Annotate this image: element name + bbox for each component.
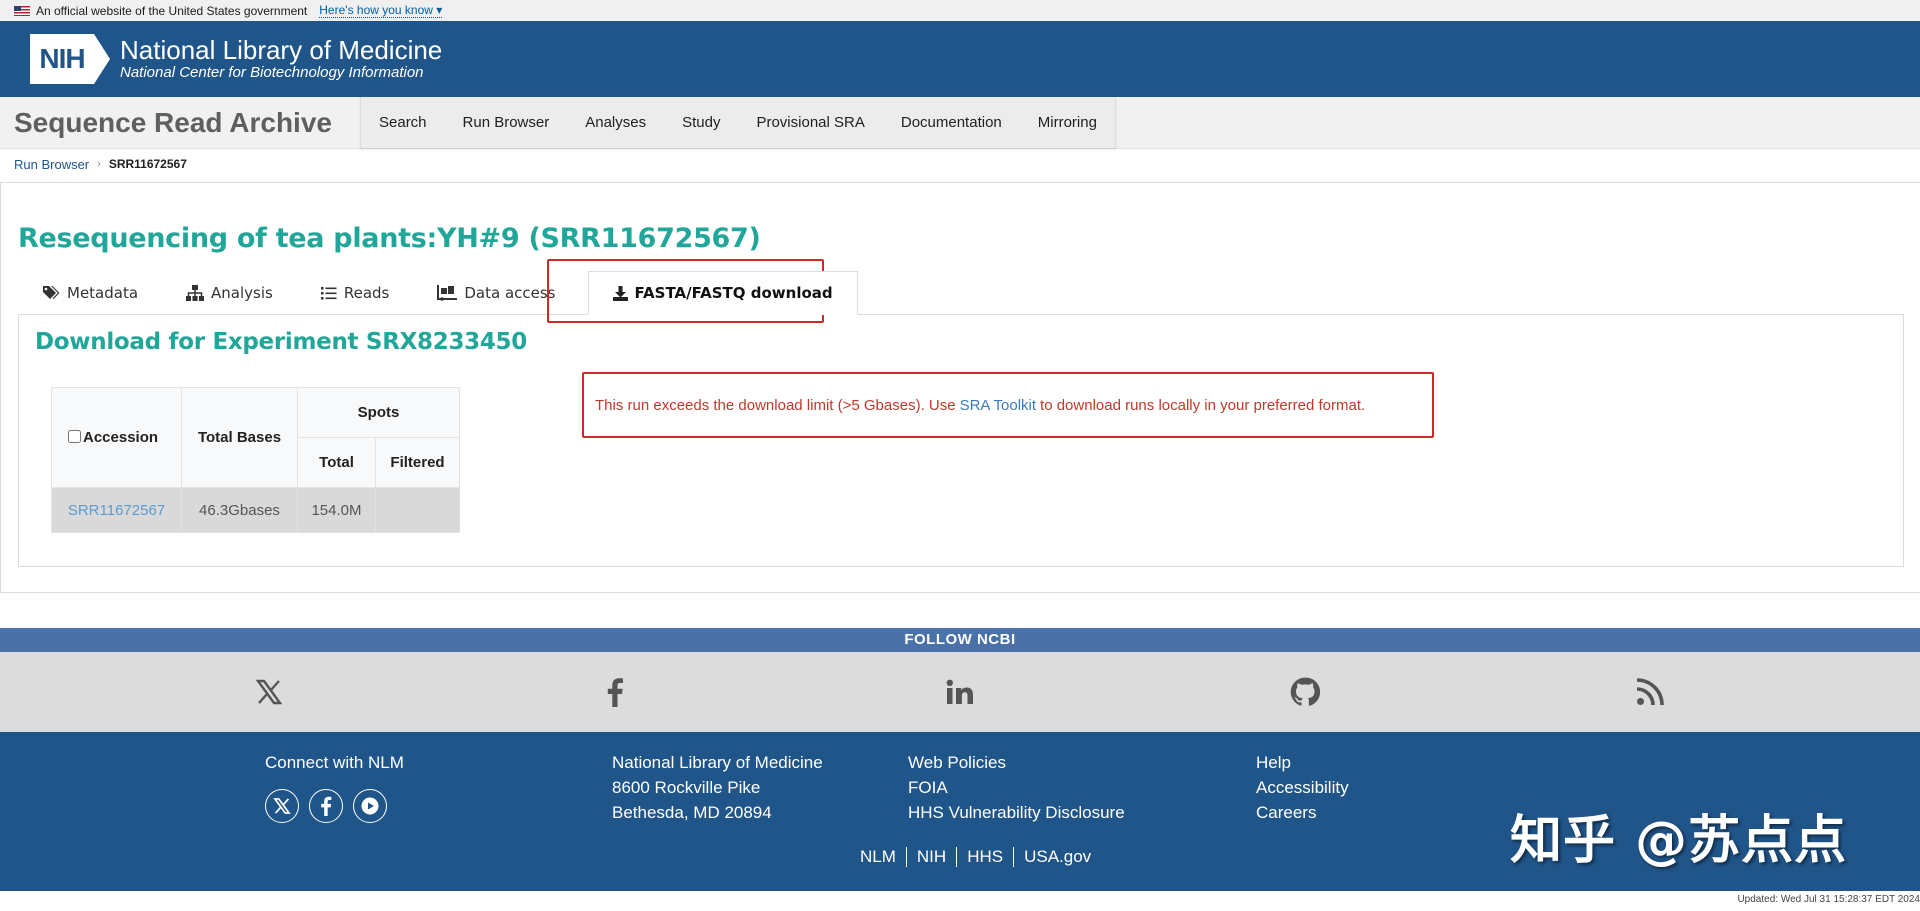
caret-down-icon: ▾: [436, 3, 443, 17]
sra-title[interactable]: Sequence Read Archive: [0, 97, 360, 148]
heres-how-you-know-link[interactable]: Here's how you know ▾: [319, 3, 443, 18]
linkedin-icon[interactable]: [944, 676, 976, 708]
chevron-right-icon: ›: [97, 158, 101, 170]
tab-bar: Metadata Analysis Reads Data access FAST…: [18, 271, 858, 315]
footer: Connect with NLM National Library of Med…: [0, 732, 1920, 891]
cell-total: 154.0M: [297, 487, 376, 533]
nlm-title: National Library of Medicine: [120, 35, 443, 65]
tab-metadata[interactable]: Metadata: [18, 271, 162, 315]
header-accession-label: Accession: [83, 429, 159, 446]
gov-banner: An official website of the United States…: [0, 0, 1920, 21]
nlm-subtitle: National Center for Biotechnology Inform…: [120, 64, 424, 81]
header-spots: Spots: [297, 387, 460, 438]
x-twitter-circle-icon[interactable]: [265, 789, 299, 823]
page-title: Resequencing of tea plants:YH#9 (SRR1167…: [18, 223, 761, 254]
download-limit-alert: This run exceeds the download limit (>5 …: [582, 372, 1434, 438]
cell-total-bases: 46.3Gbases: [181, 487, 298, 533]
header-total-bases: Total Bases: [181, 387, 298, 488]
gov-banner-text: An official website of the United States…: [36, 3, 308, 18]
nih-logo[interactable]: NIH: [30, 34, 110, 84]
sitemap-icon: [186, 285, 205, 301]
breadcrumb: Run Browser › SRR11672567: [0, 149, 1920, 179]
download-title: Download for Experiment SRX8233450: [35, 329, 527, 355]
address-line-3: Bethesda, MD 20894: [612, 803, 772, 822]
x-twitter-icon[interactable]: [253, 676, 285, 708]
connect-with-nlm: Connect with NLM: [265, 753, 404, 772]
cell-filtered: [375, 487, 460, 533]
header-accession: Accession: [51, 387, 182, 488]
accessibility-link[interactable]: Accessibility: [1256, 775, 1349, 800]
web-policies-link[interactable]: Web Policies: [908, 750, 1125, 775]
sra-nav: Search Run Browser Analyses Study Provis…: [360, 97, 1116, 148]
cell-accession: SRR11672567: [51, 487, 182, 533]
footer-social-icons: [265, 789, 404, 823]
footer-address: National Library of Medicine 8600 Rockvi…: [612, 750, 823, 825]
header-total: Total: [297, 437, 376, 488]
tab-data-access-label: Data access: [464, 284, 556, 302]
download-panel: Download for Experiment SRX8233450 Acces…: [18, 314, 1904, 567]
nav-search[interactable]: Search: [361, 97, 445, 148]
tab-reads-label: Reads: [343, 284, 390, 302]
truck-loading-icon: [437, 285, 458, 301]
help-link[interactable]: Help: [1256, 750, 1349, 775]
nih-logo-text: NIH: [30, 34, 94, 84]
careers-link[interactable]: Careers: [1256, 800, 1349, 825]
footer-policies: Web Policies FOIA HHS Vulnerability Disc…: [908, 750, 1125, 825]
alert-text-after: to download runs locally in your preferr…: [1040, 396, 1366, 414]
tab-fasta-fastq-label: FASTA/FASTQ download: [634, 284, 833, 302]
header-filtered: Filtered: [375, 437, 460, 488]
tab-data-access[interactable]: Data access: [413, 271, 579, 315]
table-row: SRR11672567 46.3Gbases 154.0M: [51, 487, 460, 533]
select-all-checkbox[interactable]: [68, 430, 81, 443]
nav-documentation[interactable]: Documentation: [883, 97, 1020, 148]
download-icon: [612, 285, 628, 301]
zhihu-watermark: 知乎 @苏点点: [1510, 811, 1848, 871]
foia-link[interactable]: FOIA: [908, 775, 1125, 800]
tab-analysis[interactable]: Analysis: [162, 271, 297, 315]
address-line-1: National Library of Medicine: [612, 753, 823, 772]
hhs-vulnerability-link[interactable]: HHS Vulnerability Disclosure: [908, 800, 1125, 825]
nlm-header: NIH National Library of Medicine Nationa…: [0, 21, 1920, 97]
nav-analyses[interactable]: Analyses: [567, 97, 664, 148]
breadcrumb-run-browser[interactable]: Run Browser: [14, 157, 89, 172]
us-flag-icon: [14, 5, 30, 16]
hhs-link[interactable]: HHS: [956, 847, 1013, 867]
tab-analysis-label: Analysis: [211, 284, 273, 302]
sra-bar: Sequence Read Archive Search Run Browser…: [0, 97, 1920, 149]
facebook-circle-icon[interactable]: [309, 789, 343, 823]
nih-link[interactable]: NIH: [905, 847, 956, 867]
updated-timestamp: Updated: Wed Jul 31 15:28:37 EDT 2024: [1737, 894, 1920, 905]
sra-toolkit-link[interactable]: SRA Toolkit: [960, 397, 1036, 414]
nav-study[interactable]: Study: [664, 97, 738, 148]
footer-connect: Connect with NLM: [265, 750, 404, 823]
tab-fasta-fastq-download[interactable]: FASTA/FASTQ download: [587, 271, 858, 315]
footer-help: Help Accessibility Careers: [1256, 750, 1349, 825]
breadcrumb-current: SRR11672567: [108, 157, 187, 171]
nlm-link[interactable]: NLM: [850, 847, 906, 867]
tags-icon: [42, 285, 60, 301]
alert-text-before: This run exceeds the download limit (>5 …: [595, 396, 956, 414]
usagov-link[interactable]: USA.gov: [1013, 847, 1101, 867]
nav-mirroring[interactable]: Mirroring: [1020, 97, 1115, 148]
runs-table: Accession Total Bases Spots Total Filter…: [51, 387, 460, 533]
address-line-2: 8600 Rockville Pike: [612, 778, 761, 797]
follow-ncbi-title: FOLLOW NCBI: [0, 628, 1920, 652]
tab-reads[interactable]: Reads: [297, 271, 414, 315]
nav-run-browser[interactable]: Run Browser: [445, 97, 568, 148]
accession-link[interactable]: SRR11672567: [68, 502, 165, 519]
nlm-titles[interactable]: National Library of Medicine National Ce…: [120, 36, 442, 82]
nav-provisional-sra[interactable]: Provisional SRA: [738, 97, 882, 148]
list-icon: [320, 286, 337, 300]
github-icon[interactable]: [1289, 676, 1321, 708]
tab-metadata-label: Metadata: [67, 284, 139, 302]
youtube-circle-icon[interactable]: [353, 789, 387, 823]
social-bar: [0, 652, 1920, 732]
rss-icon[interactable]: [1634, 676, 1666, 708]
footer-bottom-links: NLM NIH HHS USA.gov: [850, 847, 1101, 867]
nih-logo-arrow: [94, 34, 110, 84]
facebook-icon[interactable]: [599, 676, 631, 708]
